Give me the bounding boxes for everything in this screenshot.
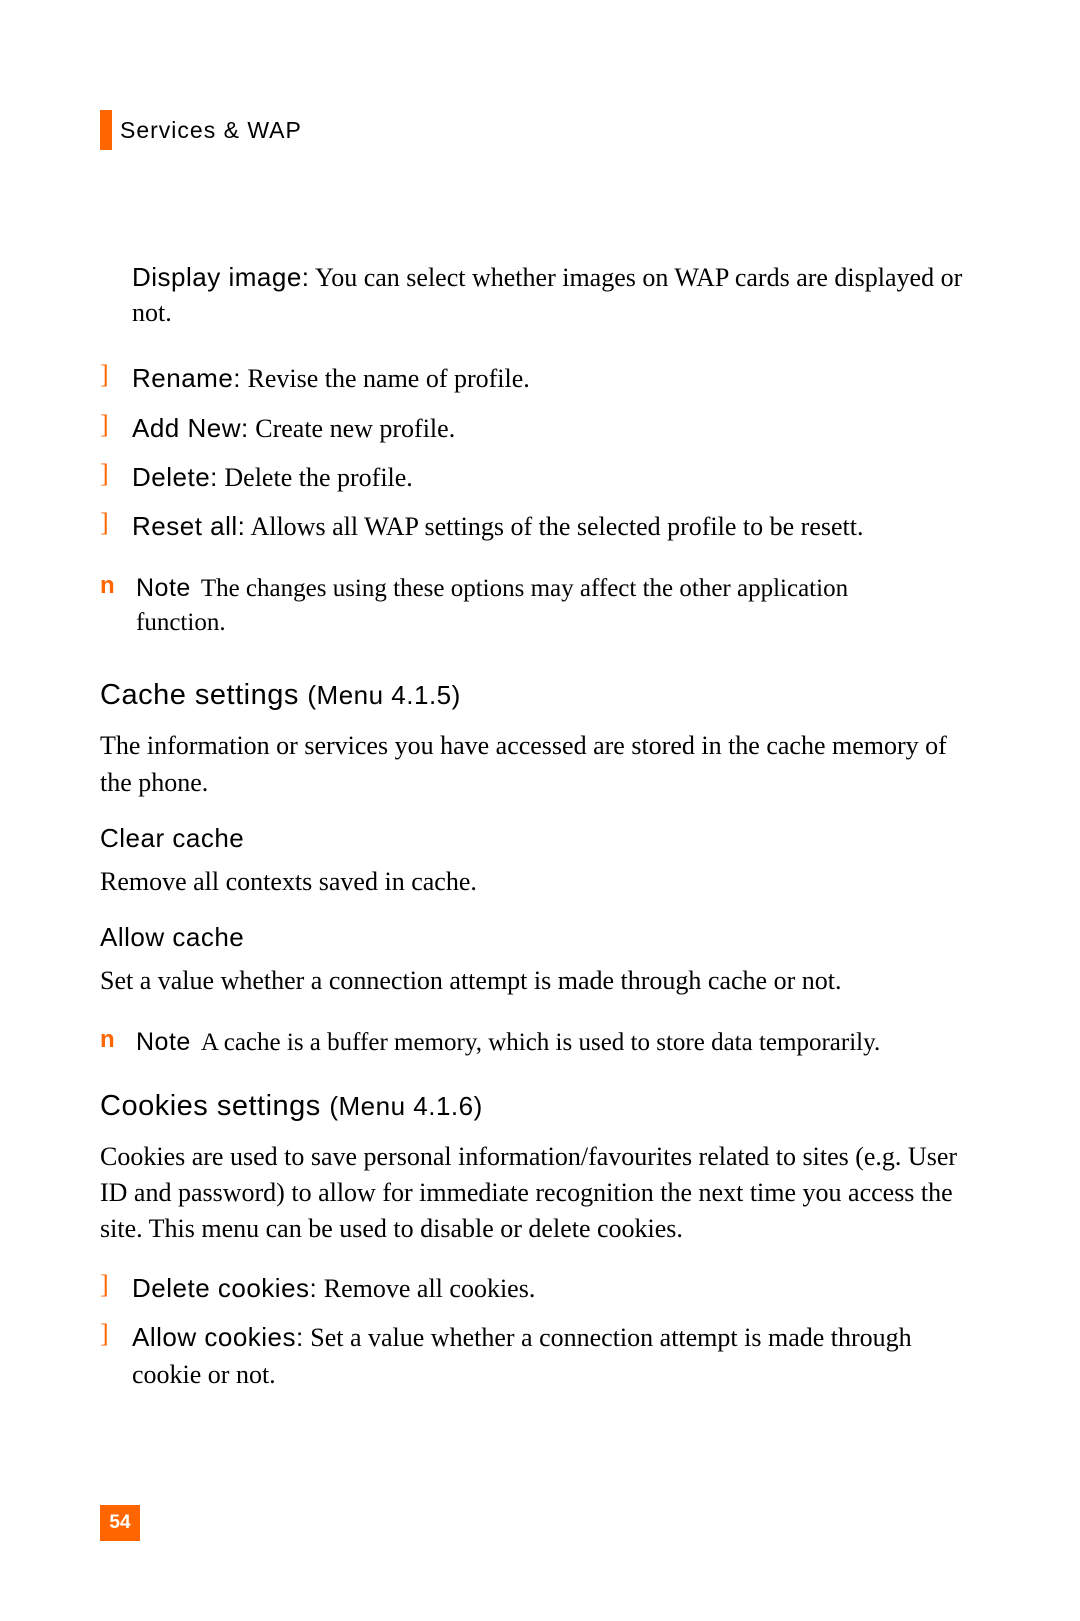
note-block-1: n NoteThe changes using these options ma…: [100, 572, 980, 640]
cookies-item-allow: ] Allow cookies: Set a value whether a c…: [100, 1319, 980, 1393]
add-new-label: Add New:: [132, 413, 249, 443]
delete-text: Delete the profile.: [218, 463, 413, 492]
profile-item-delete: ] Delete: Delete the profile.: [100, 459, 980, 496]
page-content: Services & WAP Display image: You can se…: [100, 110, 980, 1405]
allow-cookies-label: Allow cookies:: [132, 1322, 304, 1352]
display-image-item: Display image: You can select whether im…: [132, 260, 980, 330]
allow-cache-text: Set a value whether a connection attempt…: [100, 963, 980, 999]
header-title: Services & WAP: [120, 117, 302, 144]
note-label: Note: [136, 1028, 191, 1056]
note-label: Note: [136, 574, 191, 602]
cookies-settings-heading: Cookies settings (Menu 4.1.6): [100, 1090, 980, 1123]
bullet-icon: ]: [100, 1270, 132, 1307]
cookies-item-delete: ] Delete cookies: Remove all cookies.: [100, 1270, 980, 1307]
clear-cache-text: Remove all contexts saved in cache.: [100, 864, 980, 900]
rename-label: Rename:: [132, 363, 241, 393]
cookies-menu-ref: (Menu 4.1.6): [329, 1091, 482, 1121]
cache-heading-text: Cache settings: [100, 679, 299, 711]
header-accent-bar: [100, 110, 112, 150]
delete-cookies-label: Delete cookies:: [132, 1273, 317, 1303]
note1-text: The changes using these options may affe…: [136, 575, 848, 636]
reset-all-text: Allows all WAP settings of the selected …: [245, 512, 863, 541]
allow-cache-heading: Allow cache: [100, 922, 980, 953]
profile-item-add-new: ] Add New: Create new profile.: [100, 410, 980, 447]
reset-all-label: Reset all:: [132, 511, 245, 541]
page-header: Services & WAP: [100, 110, 980, 150]
clear-cache-heading: Clear cache: [100, 823, 980, 854]
note-marker-icon: n: [100, 1026, 136, 1060]
cookies-heading-text: Cookies settings: [100, 1090, 321, 1122]
add-new-text: Create new profile.: [249, 414, 455, 443]
delete-label: Delete:: [132, 462, 218, 492]
page-number: 54: [100, 1505, 140, 1541]
bullet-icon: ]: [100, 410, 132, 447]
bullet-icon: ]: [100, 360, 132, 397]
profile-item-reset-all: ] Reset all: Allows all WAP settings of …: [100, 508, 980, 545]
note-marker-icon: n: [100, 572, 136, 640]
note-block-2: n Note A cache is a buffer memory, which …: [100, 1026, 980, 1060]
bullet-icon: ]: [100, 1319, 132, 1393]
rename-text: Revise the name of profile.: [241, 364, 530, 393]
delete-cookies-text: Remove all cookies.: [317, 1274, 535, 1303]
cache-settings-heading: Cache settings (Menu 4.1.5): [100, 679, 980, 712]
note2-text: A cache is a buffer memory, which is use…: [201, 1029, 880, 1056]
cookies-intro: Cookies are used to save personal inform…: [100, 1139, 980, 1248]
bullet-icon: ]: [100, 508, 132, 545]
cache-intro: The information or services you have acc…: [100, 728, 980, 801]
bullet-icon: ]: [100, 459, 132, 496]
cache-menu-ref: (Menu 4.1.5): [307, 680, 460, 710]
display-image-label: Display image:: [132, 262, 310, 292]
profile-item-rename: ] Rename: Revise the name of profile.: [100, 360, 980, 397]
